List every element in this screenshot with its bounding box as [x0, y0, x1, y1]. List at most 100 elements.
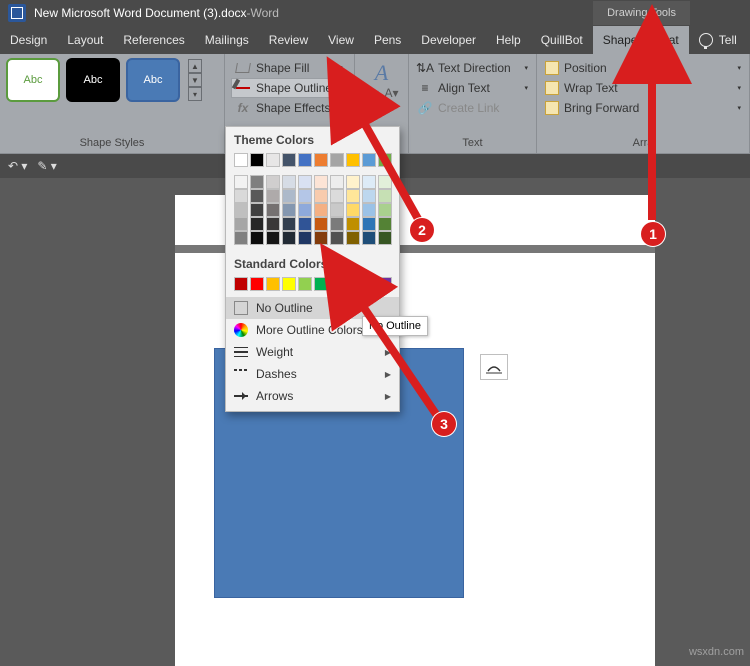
tab-pens[interactable]: Pens — [364, 26, 411, 54]
color-swatch[interactable] — [314, 231, 328, 245]
tell-me-label: Tell — [719, 33, 737, 47]
color-swatch[interactable] — [266, 189, 280, 203]
color-swatch[interactable] — [330, 203, 344, 217]
watermark: wsxdn.com — [689, 646, 744, 658]
wordart-preview-icon[interactable]: A — [361, 60, 402, 86]
color-swatch[interactable] — [250, 203, 264, 217]
tab-developer[interactable]: Developer — [411, 26, 486, 54]
arrows-label: Arrows — [256, 389, 293, 403]
color-swatch[interactable] — [282, 217, 296, 231]
group-label-shape-styles: Shape Styles — [6, 137, 218, 151]
color-swatch[interactable] — [298, 203, 312, 217]
shape-style-preset-1[interactable]: Abc — [6, 58, 60, 102]
bring-forward-icon — [545, 101, 559, 115]
color-swatch[interactable] — [250, 217, 264, 231]
undo-icon[interactable]: ↶ ▾ — [8, 159, 27, 173]
color-swatch[interactable] — [282, 189, 296, 203]
color-swatch[interactable] — [330, 153, 344, 167]
color-swatch[interactable] — [298, 175, 312, 189]
color-swatch[interactable] — [250, 153, 264, 167]
color-swatch[interactable] — [298, 231, 312, 245]
align-text-button[interactable]: ≡ Align Text▾ — [415, 78, 530, 98]
shape-outline-button[interactable]: Shape Outline ▼ — [231, 78, 348, 98]
color-swatch[interactable] — [234, 277, 248, 291]
weight-label: Weight — [256, 345, 293, 359]
color-swatch[interactable] — [314, 189, 328, 203]
color-swatch[interactable] — [314, 277, 328, 291]
text-direction-button[interactable]: ⇅A Text Direction▾ — [415, 58, 530, 78]
chevron-down-icon[interactable]: ▼ — [188, 73, 202, 87]
shape-effects-button[interactable]: fx Shape Effects ▼ — [231, 98, 348, 118]
color-swatch[interactable] — [298, 153, 312, 167]
lightbulb-icon — [699, 33, 713, 47]
color-swatch[interactable] — [330, 217, 344, 231]
color-swatch[interactable] — [282, 153, 296, 167]
color-swatch[interactable] — [314, 175, 328, 189]
color-swatch[interactable] — [266, 175, 280, 189]
tell-me[interactable]: Tell — [689, 33, 747, 47]
color-swatch[interactable] — [250, 231, 264, 245]
arrows-icon — [234, 395, 248, 397]
tab-shape-format[interactable]: Shape Format — [593, 26, 689, 54]
color-swatch[interactable] — [282, 231, 296, 245]
color-swatch[interactable] — [234, 203, 248, 217]
tab-design[interactable]: Design — [0, 26, 57, 54]
bring-forward-label: Bring Forward — [564, 101, 639, 115]
color-swatch[interactable] — [250, 277, 264, 291]
color-swatch[interactable] — [266, 217, 280, 231]
color-swatch[interactable] — [314, 203, 328, 217]
color-swatch[interactable] — [266, 203, 280, 217]
chevron-up-icon[interactable]: ▲ — [188, 59, 202, 73]
ribbon-tabstrip: Design Layout References Mailings Review… — [0, 26, 750, 54]
color-swatch[interactable] — [250, 175, 264, 189]
color-swatch[interactable] — [282, 277, 296, 291]
align-text-label: Align Text — [438, 81, 490, 95]
shape-fill-button[interactable]: Shape Fill ▼ — [231, 58, 348, 78]
color-swatch[interactable] — [362, 277, 376, 291]
line-weight-icon — [234, 347, 248, 357]
tab-mailings[interactable]: Mailings — [195, 26, 259, 54]
color-swatch[interactable] — [266, 277, 280, 291]
create-link-button[interactable]: 🔗 Create Link — [415, 98, 530, 118]
color-swatch[interactable] — [234, 189, 248, 203]
style-gallery-scroll[interactable]: ▲ ▼ ▾ — [188, 59, 202, 101]
color-swatch[interactable] — [234, 217, 248, 231]
color-swatch[interactable] — [298, 189, 312, 203]
color-swatch[interactable] — [314, 217, 328, 231]
color-swatch[interactable] — [378, 277, 392, 291]
tab-quillbot[interactable]: QuillBot — [531, 26, 593, 54]
highlighter-icon[interactable]: ✎ ▾ — [37, 159, 56, 173]
color-swatch[interactable] — [298, 217, 312, 231]
title-bar: New Microsoft Word Document (3).docx - W… — [0, 0, 750, 26]
color-swatch[interactable] — [330, 231, 344, 245]
color-swatch[interactable] — [282, 175, 296, 189]
tab-help[interactable]: Help — [486, 26, 531, 54]
tab-references[interactable]: References — [113, 26, 194, 54]
gallery-more-icon[interactable]: ▾ — [188, 87, 202, 101]
tab-review[interactable]: Review — [259, 26, 318, 54]
shape-style-preset-3[interactable]: Abc — [126, 58, 180, 102]
color-swatch[interactable] — [266, 153, 280, 167]
color-swatch[interactable] — [330, 189, 344, 203]
color-swatch[interactable] — [250, 189, 264, 203]
color-swatch[interactable] — [234, 175, 248, 189]
color-swatch[interactable] — [314, 153, 328, 167]
color-swatch[interactable] — [330, 277, 344, 291]
color-swatch[interactable] — [346, 277, 360, 291]
color-swatch[interactable] — [282, 203, 296, 217]
tab-layout[interactable]: Layout — [57, 26, 113, 54]
shape-style-preset-2[interactable]: Abc — [66, 58, 120, 102]
tab-view[interactable]: View — [318, 26, 364, 54]
annotation-badge-3: 3 — [432, 412, 456, 436]
word-doc-icon — [8, 4, 26, 22]
annotation-badge-2: 2 — [410, 218, 434, 242]
color-swatch[interactable] — [234, 231, 248, 245]
annotation-arrow-3 — [350, 290, 450, 433]
color-swatch[interactable] — [266, 231, 280, 245]
shape-effects-label: Shape Effects — [256, 101, 331, 115]
layout-options-button[interactable] — [480, 354, 508, 380]
dashes-icon — [234, 369, 248, 379]
color-swatch[interactable] — [234, 153, 248, 167]
color-swatch[interactable] — [330, 175, 344, 189]
color-swatch[interactable] — [298, 277, 312, 291]
